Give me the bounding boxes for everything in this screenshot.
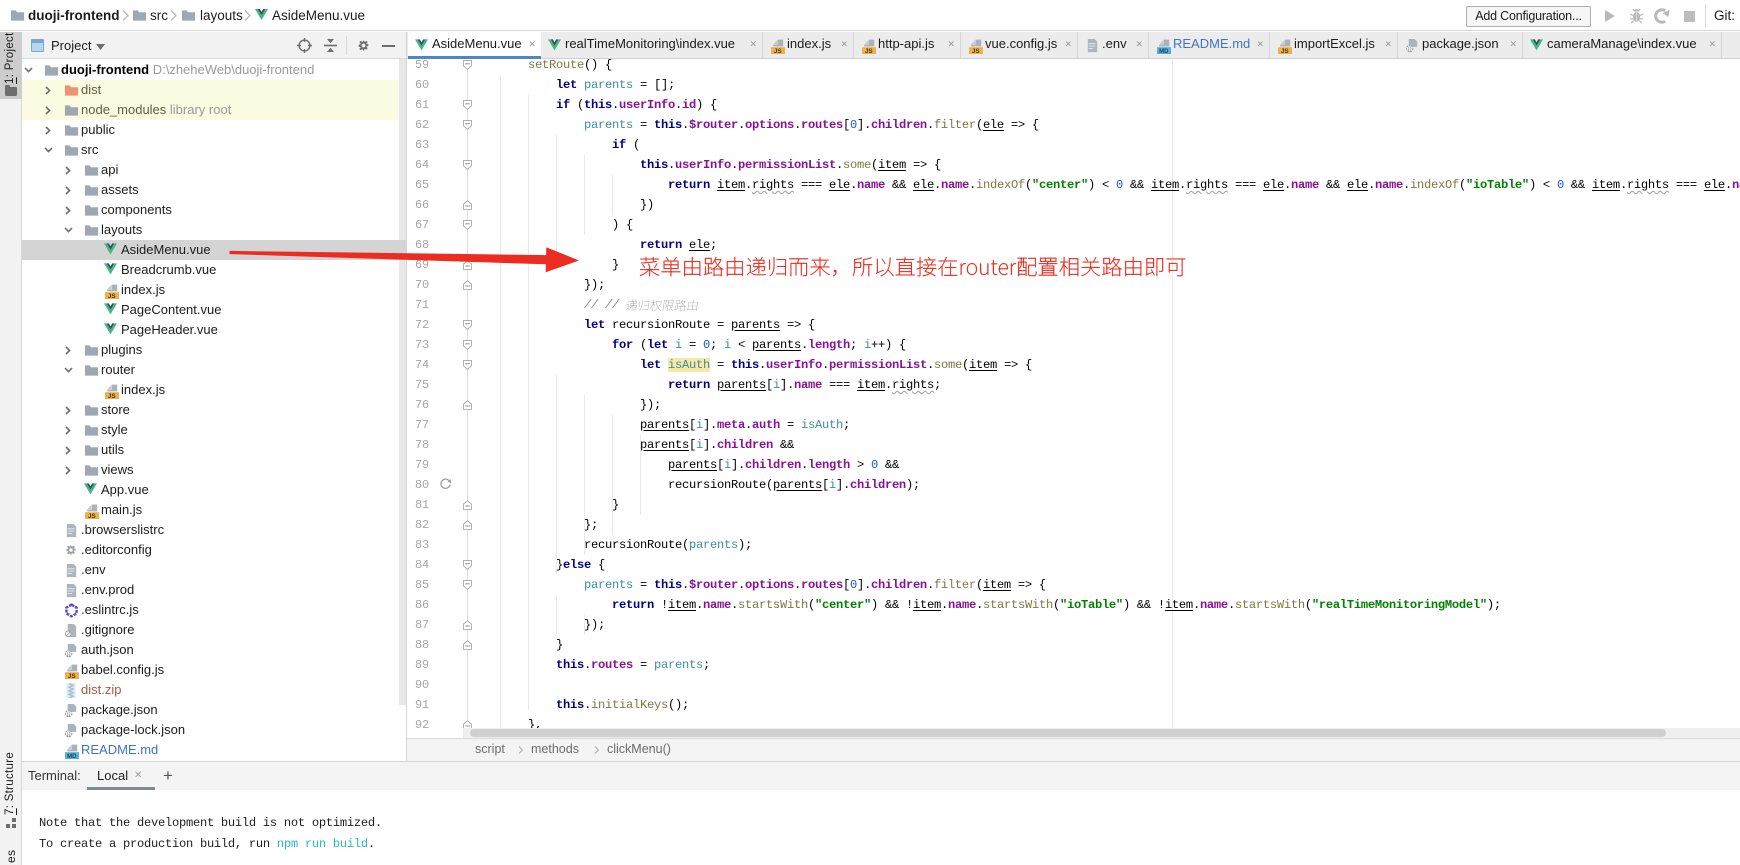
- svg-text:MD: MD: [67, 754, 77, 759]
- svg-text:JS: JS: [774, 48, 783, 54]
- svg-text:JS: JS: [865, 48, 874, 54]
- svg-text:{}: {}: [67, 711, 71, 717]
- svg-text:{}: {}: [1408, 47, 1412, 53]
- svg-text:JS: JS: [88, 513, 97, 519]
- svg-text:{}: {}: [67, 731, 71, 737]
- svg-text:{}: {}: [67, 651, 71, 657]
- svg-text:JS: JS: [972, 48, 981, 54]
- svg-text:JS: JS: [68, 673, 77, 679]
- svg-text:JS: JS: [108, 393, 117, 399]
- svg-text:MD: MD: [1159, 49, 1169, 54]
- svg-text:JS: JS: [1281, 48, 1290, 54]
